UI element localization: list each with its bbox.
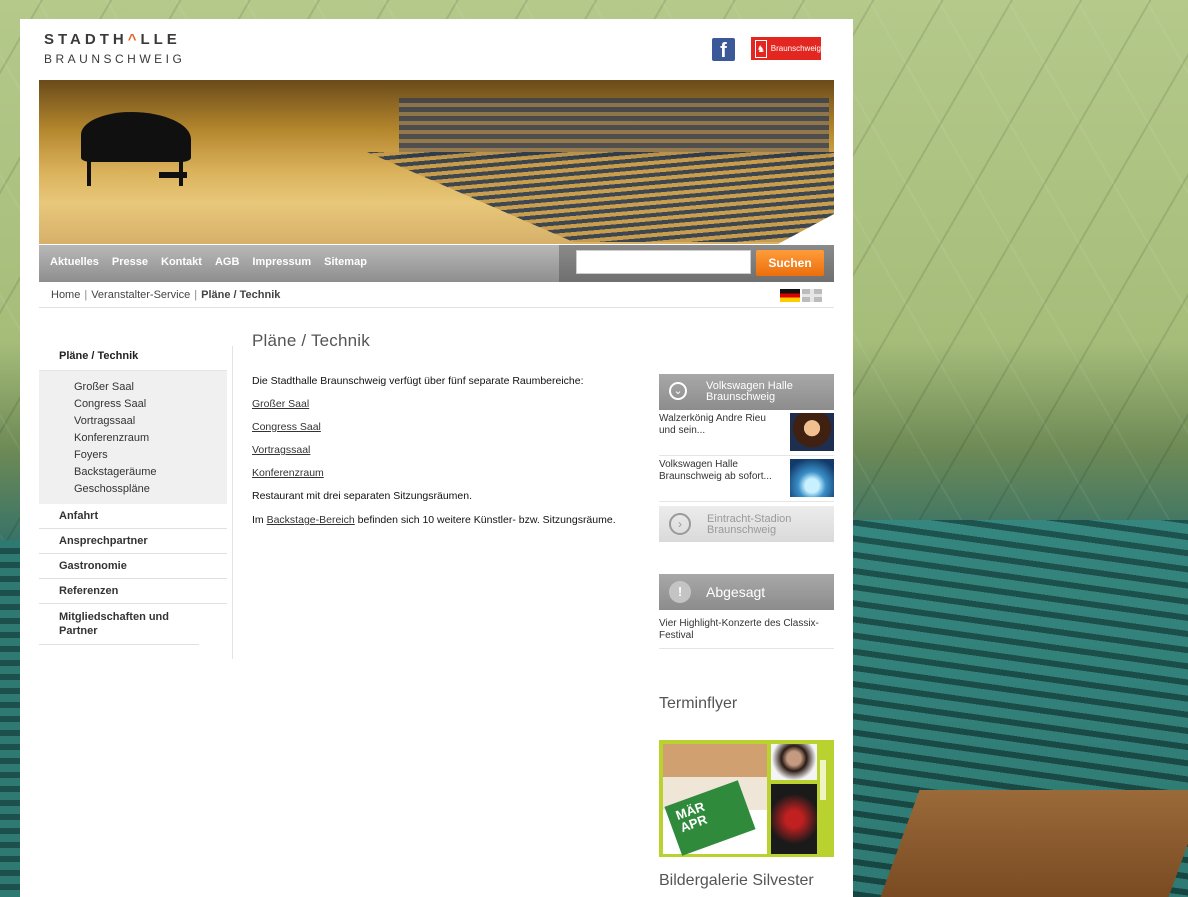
chevron-down-icon: ⌄ [669, 382, 687, 400]
news-text: Walzerkönig Andre Rieu und sein... [659, 413, 766, 436]
eintracht-stadion-header[interactable]: › Eintracht-Stadion Braunschweig [659, 506, 834, 542]
chevron-right-icon: › [669, 513, 691, 535]
breadcrumb-divider [39, 307, 834, 308]
sidebar-item-anfahrt[interactable]: Anfahrt [39, 504, 227, 529]
sidebar-item-plaene-technik[interactable]: Pläne / Technik [39, 346, 227, 371]
right-column: ⌄ Volkswagen Halle Braunschweig Walzerkön… [659, 374, 834, 542]
link-backstage-bereich[interactable]: Backstage-Bereich [267, 514, 355, 526]
page-title: Pläne / Technik [252, 331, 370, 350]
piano-icon [81, 112, 191, 162]
sidebar-item-ansprechpartner[interactable]: Ansprechpartner [39, 529, 227, 554]
breadcrumb-home[interactable]: Home [51, 289, 80, 301]
hero-seats [367, 152, 834, 242]
link-congress-saal[interactable]: Congress Saal [252, 421, 642, 434]
main-content: Pläne / Technik Die Stadthalle Braunschw… [252, 331, 642, 527]
german-flag-icon[interactable] [780, 289, 800, 302]
language-switcher [780, 289, 822, 302]
sidebar-submenu: Großer Saal Congress Saal Vortragssaal K… [39, 371, 227, 504]
terminflyer-heading: Terminflyer [659, 695, 738, 712]
breadcrumb-current: Pläne / Technik [201, 289, 281, 301]
abgesagt-text[interactable]: Vier Highlight-Konzerte des Classix-Fest… [659, 610, 834, 649]
sidebar-divider [232, 346, 233, 659]
bildergalerie-heading[interactable]: Bildergalerie Silvester [659, 872, 814, 890]
nav-impressum[interactable]: Impressum [252, 256, 311, 268]
piano-bench [159, 172, 187, 178]
link-grosser-saal[interactable]: Großer Saal [252, 398, 642, 411]
flyer-portrait [771, 744, 817, 780]
site-logo[interactable]: STADTH^LLE BRAUNSCHWEIG [44, 31, 185, 66]
sidebar-subitem-congress-saal[interactable]: Congress Saal [39, 396, 227, 413]
news-item[interactable]: Volkswagen Halle Braunschweig ab sofort.… [659, 456, 834, 502]
piano-leg [87, 160, 91, 186]
warning-icon: ! [669, 581, 691, 603]
abgesagt-header[interactable]: ! Abgesagt [659, 574, 834, 610]
logo-line-1: STADTH^LLE [44, 31, 181, 48]
breadcrumb-separator: | [194, 289, 198, 301]
link-konferenzraum[interactable]: Konferenzraum [252, 467, 642, 480]
sidebar-navigation: Pläne / Technik Großer Saal Congress Saa… [39, 346, 227, 645]
breadcrumb: Home | Veranstalter-Service | Pläne / Techni… [51, 289, 280, 301]
abgesagt-title: Abgesagt [706, 584, 766, 600]
hero-corner-fold [778, 214, 834, 244]
nav-kontakt[interactable]: Kontakt [161, 256, 202, 268]
braunschweig-logo-link[interactable]: ♞ Braunschweig [751, 37, 821, 60]
sidebar-subitem-foyers[interactable]: Foyers [39, 447, 227, 464]
sidebar-subitem-backstageraeume[interactable]: Backstageräume [39, 464, 227, 481]
background-seats-left [0, 540, 20, 897]
intro-text: Die Stadthalle Braunschweig verfügt über… [252, 375, 584, 387]
hero-banner [39, 80, 834, 244]
vw-halle-header[interactable]: ⌄ Volkswagen Halle Braunschweig [659, 374, 834, 410]
restaurant-text: Restaurant mit drei separaten Sitzungsrä… [252, 490, 473, 502]
backstage-text: Im Backstage-Bereich befinden sich 10 we… [252, 514, 616, 526]
main-navigation: Aktuelles Presse Kontakt AGB Impressum S… [39, 245, 834, 282]
breadcrumb-service[interactable]: Veranstalter-Service [91, 289, 190, 301]
hero-balcony [399, 98, 829, 158]
logo-roof-icon: ^ [127, 31, 141, 48]
news-thumbnail [790, 459, 834, 497]
sidebar-subitem-geschossplaene[interactable]: Geschosspläne [39, 481, 227, 498]
search-area: Suchen [559, 245, 834, 282]
sidebar-subitem-vortragssaal[interactable]: Vortragssaal [39, 413, 227, 430]
flyer-event-photo [771, 784, 817, 854]
braunschweig-label: Braunschweig [770, 43, 821, 53]
nav-aktuelles[interactable]: Aktuelles [50, 256, 99, 268]
breadcrumb-separator: | [84, 289, 88, 301]
terminflyer-image[interactable]: MÄR APR [659, 740, 834, 857]
lion-icon: ♞ [755, 39, 767, 58]
sidebar-subitem-grosser-saal[interactable]: Großer Saal [39, 379, 227, 396]
logo-line-2: BRAUNSCHWEIG [44, 52, 186, 66]
sidebar-item-gastronomie[interactable]: Gastronomie [39, 554, 227, 579]
abgesagt-box: ! Abgesagt Vier Highlight-Konzerte des C… [659, 574, 834, 649]
nav-agb[interactable]: AGB [215, 256, 239, 268]
news-text: Volkswagen Halle Braunschweig ab sofort.… [659, 459, 772, 482]
search-input[interactable] [576, 250, 751, 274]
flyer-strip [820, 760, 826, 800]
sidebar-subitem-konferenzraum[interactable]: Konferenzraum [39, 430, 227, 447]
facebook-icon[interactable]: f [712, 38, 735, 62]
news-item[interactable]: Walzerkönig Andre Rieu und sein... [659, 410, 834, 456]
english-flag-icon[interactable] [802, 289, 822, 302]
background-stage [880, 790, 1188, 897]
nav-presse[interactable]: Presse [112, 256, 148, 268]
page-container: STADTH^LLE BRAUNSCHWEIG f ♞ Braunschweig… [20, 19, 853, 897]
sidebar-item-referenzen[interactable]: Referenzen [39, 579, 227, 604]
search-button[interactable]: Suchen [756, 250, 824, 276]
link-vortragssaal[interactable]: Vortragssaal [252, 444, 642, 457]
nav-sitemap[interactable]: Sitemap [324, 256, 367, 268]
sidebar-item-mitgliedschaften[interactable]: Mitgliedschaften und Partner [39, 604, 199, 645]
news-thumbnail [790, 413, 834, 451]
